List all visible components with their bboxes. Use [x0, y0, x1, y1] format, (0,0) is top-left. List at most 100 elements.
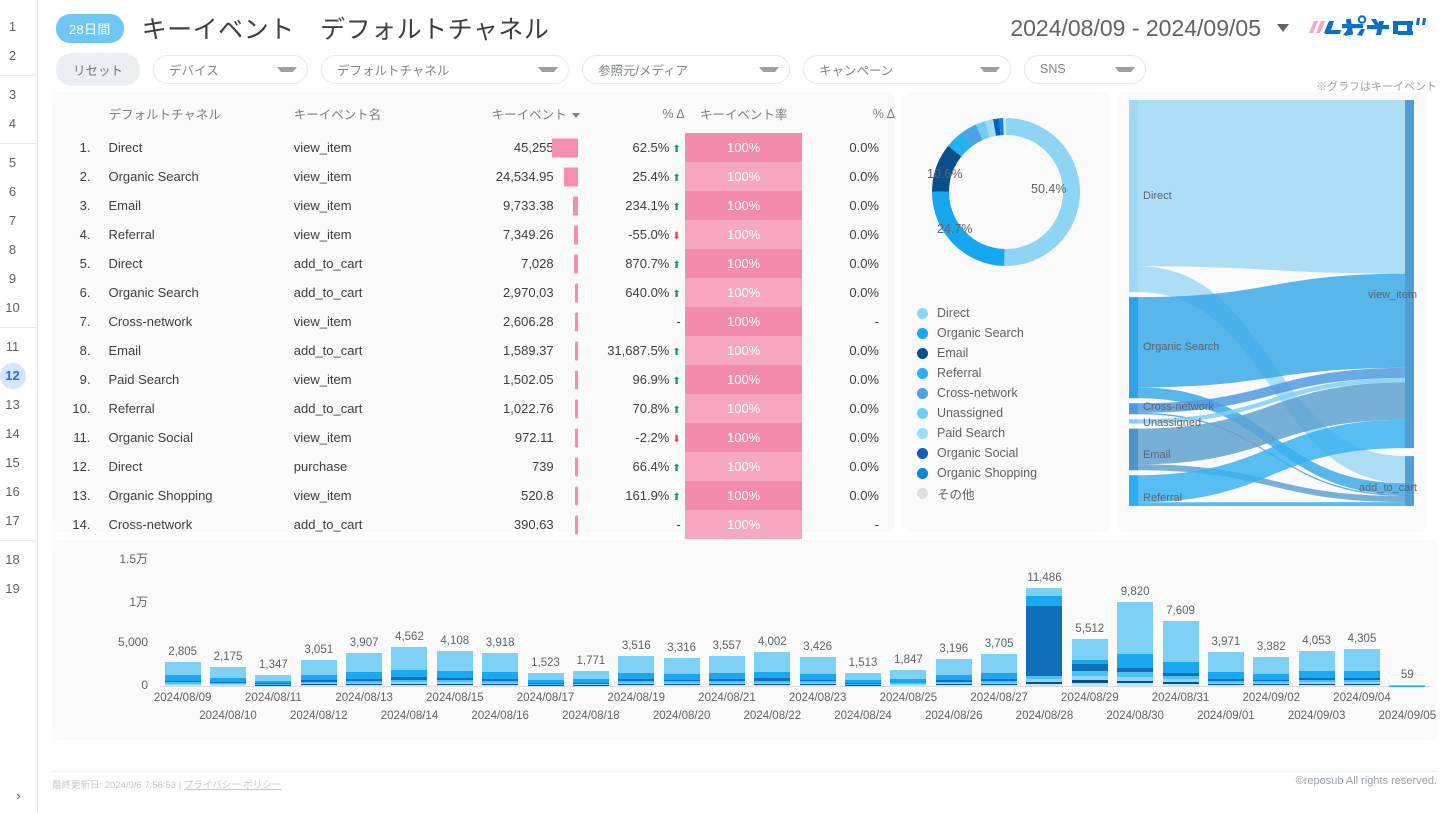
- page-number-13[interactable]: 13: [0, 392, 26, 418]
- filter-sns[interactable]: SNS: [1024, 55, 1146, 84]
- page-number-9[interactable]: 9: [0, 266, 26, 292]
- page-number-5[interactable]: 5: [0, 150, 26, 176]
- page-number-17[interactable]: 17: [0, 508, 26, 534]
- table-row[interactable]: 1.Directview_item45,25562.5%⬆100%0.0%: [52, 133, 895, 162]
- table-row[interactable]: 5.Directadd_to_cart7,028870.7%⬆100%0.0%: [52, 249, 895, 278]
- table-row[interactable]: 4.Referralview_item7,349.26-55.0%⬇100%0.…: [52, 220, 895, 249]
- table-row[interactable]: 12.Directpurchase73966.4%⬆100%0.0%: [52, 452, 895, 481]
- sankey-source-node[interactable]: [1129, 429, 1138, 471]
- filter-default-channel[interactable]: デフォルトチャネル: [321, 55, 569, 84]
- legend-item[interactable]: Direct: [917, 303, 1109, 323]
- bar-column[interactable]: [709, 656, 745, 686]
- table-row[interactable]: 14.Cross-networkadd_to_cart390.63-100%-: [52, 510, 895, 539]
- table-row[interactable]: 3.Emailview_item9,733.38234.1%⬆100%0.0%: [52, 191, 895, 220]
- sankey-link[interactable]: [1138, 100, 1405, 274]
- bar-column[interactable]: [754, 652, 790, 686]
- table-row[interactable]: 2.Organic Searchview_item24,534.9525.4%⬆…: [52, 162, 895, 191]
- x-axis-tick: 2024/08/26: [908, 710, 1000, 722]
- sankey-source-node[interactable]: [1129, 475, 1138, 506]
- bar-column[interactable]: [573, 671, 609, 686]
- bar-column[interactable]: [1389, 685, 1425, 686]
- page-number-10[interactable]: 10: [0, 295, 26, 321]
- legend-item[interactable]: Unassigned: [917, 403, 1109, 423]
- page-number-7[interactable]: 7: [0, 208, 26, 234]
- page-number-19[interactable]: 19: [0, 576, 26, 602]
- bar-column[interactable]: [1299, 651, 1335, 686]
- bar-column[interactable]: [482, 653, 518, 686]
- legend-item[interactable]: Referral: [917, 363, 1109, 383]
- sidebar-next-chevron-icon[interactable]: ›: [16, 788, 20, 803]
- table-row[interactable]: 9.Paid Searchview_item1,502.0596.9%⬆100%…: [52, 365, 895, 394]
- col-delta-1[interactable]: % Δ: [580, 102, 685, 133]
- sankey-source-node[interactable]: [1129, 100, 1138, 292]
- bar-column[interactable]: [1163, 621, 1199, 686]
- bar-column[interactable]: [1344, 649, 1380, 686]
- bar-column[interactable]: [210, 667, 246, 686]
- page-number-6[interactable]: 6: [0, 179, 26, 205]
- bar-column[interactable]: [1072, 639, 1108, 686]
- table-row[interactable]: 13.Organic Shoppingview_item520.8161.9%⬆…: [52, 481, 895, 510]
- bar-column[interactable]: [664, 658, 700, 686]
- legend-item[interactable]: Cross-network: [917, 383, 1109, 403]
- page-number-11[interactable]: 11: [0, 334, 26, 360]
- table-row[interactable]: 10.Referraladd_to_cart1,022.7670.8%⬆100%…: [52, 394, 895, 423]
- sankey-source-node[interactable]: [1129, 403, 1138, 414]
- bar-column[interactable]: [845, 673, 881, 686]
- table-row[interactable]: 8.Emailadd_to_cart1,589.3731,687.5%⬆100%…: [52, 336, 895, 365]
- table-row[interactable]: 11.Organic Socialview_item972.11-2.2%⬇10…: [52, 423, 895, 452]
- col-key-event[interactable]: キーイベント: [441, 102, 580, 133]
- page-number-8[interactable]: 8: [0, 237, 26, 263]
- reset-button[interactable]: リセット: [56, 53, 140, 86]
- sankey-source-node[interactable]: [1129, 297, 1138, 398]
- row-value-bar: [575, 312, 578, 331]
- legend-item[interactable]: Email: [917, 343, 1109, 363]
- col-event-name[interactable]: キーイベント名: [294, 102, 441, 133]
- bar-column[interactable]: [255, 675, 291, 686]
- legend-item[interactable]: Paid Search: [917, 423, 1109, 443]
- period-badge[interactable]: 28日間: [56, 14, 124, 43]
- filter-source-medium[interactable]: 参照元/メディア: [582, 55, 790, 84]
- page-number-3[interactable]: 3: [0, 82, 26, 108]
- bar-column[interactable]: [1208, 652, 1244, 686]
- bar-column[interactable]: [301, 660, 337, 686]
- table-row[interactable]: 6.Organic Searchadd_to_cart2,970.03640.0…: [52, 278, 895, 307]
- col-key-event-rate[interactable]: キーイベント率: [685, 102, 803, 133]
- bar-column[interactable]: [391, 647, 427, 686]
- page-number-18[interactable]: 18: [0, 547, 26, 573]
- filter-campaign[interactable]: キャンペーン: [803, 55, 1011, 84]
- row-value-bar: [574, 254, 578, 273]
- page-number-16[interactable]: 16: [0, 479, 26, 505]
- bar-column[interactable]: [936, 659, 972, 686]
- page-number-2[interactable]: 2: [0, 43, 26, 69]
- filter-device[interactable]: デバイス: [153, 55, 308, 84]
- bar-column[interactable]: [981, 654, 1017, 686]
- page-number-14[interactable]: 14: [0, 421, 26, 447]
- privacy-policy-link[interactable]: プライバシー ポリシー: [184, 780, 281, 791]
- legend-item[interactable]: Organic Social: [917, 443, 1109, 463]
- sankey-target-node[interactable]: [1405, 100, 1414, 448]
- bar-column[interactable]: [618, 656, 654, 686]
- legend-item[interactable]: その他: [917, 483, 1109, 503]
- page-number-12[interactable]: 12: [0, 363, 26, 389]
- bar-column[interactable]: [1253, 657, 1289, 686]
- bar-column[interactable]: [890, 670, 926, 686]
- bar-column[interactable]: [437, 651, 473, 686]
- table-row[interactable]: 7.Cross-networkview_item2,606.28-100%-: [52, 307, 895, 336]
- page-number-4[interactable]: 4: [0, 111, 26, 137]
- bar-column[interactable]: [1117, 602, 1153, 686]
- bar-column[interactable]: [528, 673, 564, 686]
- date-range-label[interactable]: 2024/08/09 - 2024/09/05: [1010, 15, 1261, 42]
- page-number-15[interactable]: 15: [0, 450, 26, 476]
- date-range-chevron-down-icon[interactable]: [1277, 24, 1289, 32]
- legend-item[interactable]: Organic Search: [917, 323, 1109, 343]
- sankey-source-node[interactable]: [1129, 419, 1138, 423]
- bar-column[interactable]: [346, 653, 382, 686]
- legend-item[interactable]: Organic Shopping: [917, 463, 1109, 483]
- bar-column[interactable]: [165, 662, 201, 686]
- col-delta-2[interactable]: % Δ: [802, 102, 895, 133]
- col-channel[interactable]: デフォルトチャネル: [102, 102, 293, 133]
- page-number-1[interactable]: 1: [0, 14, 26, 40]
- x-axis-tick: 2024/08/17: [500, 692, 592, 704]
- bar-column[interactable]: [1026, 588, 1062, 686]
- bar-column[interactable]: [800, 657, 836, 686]
